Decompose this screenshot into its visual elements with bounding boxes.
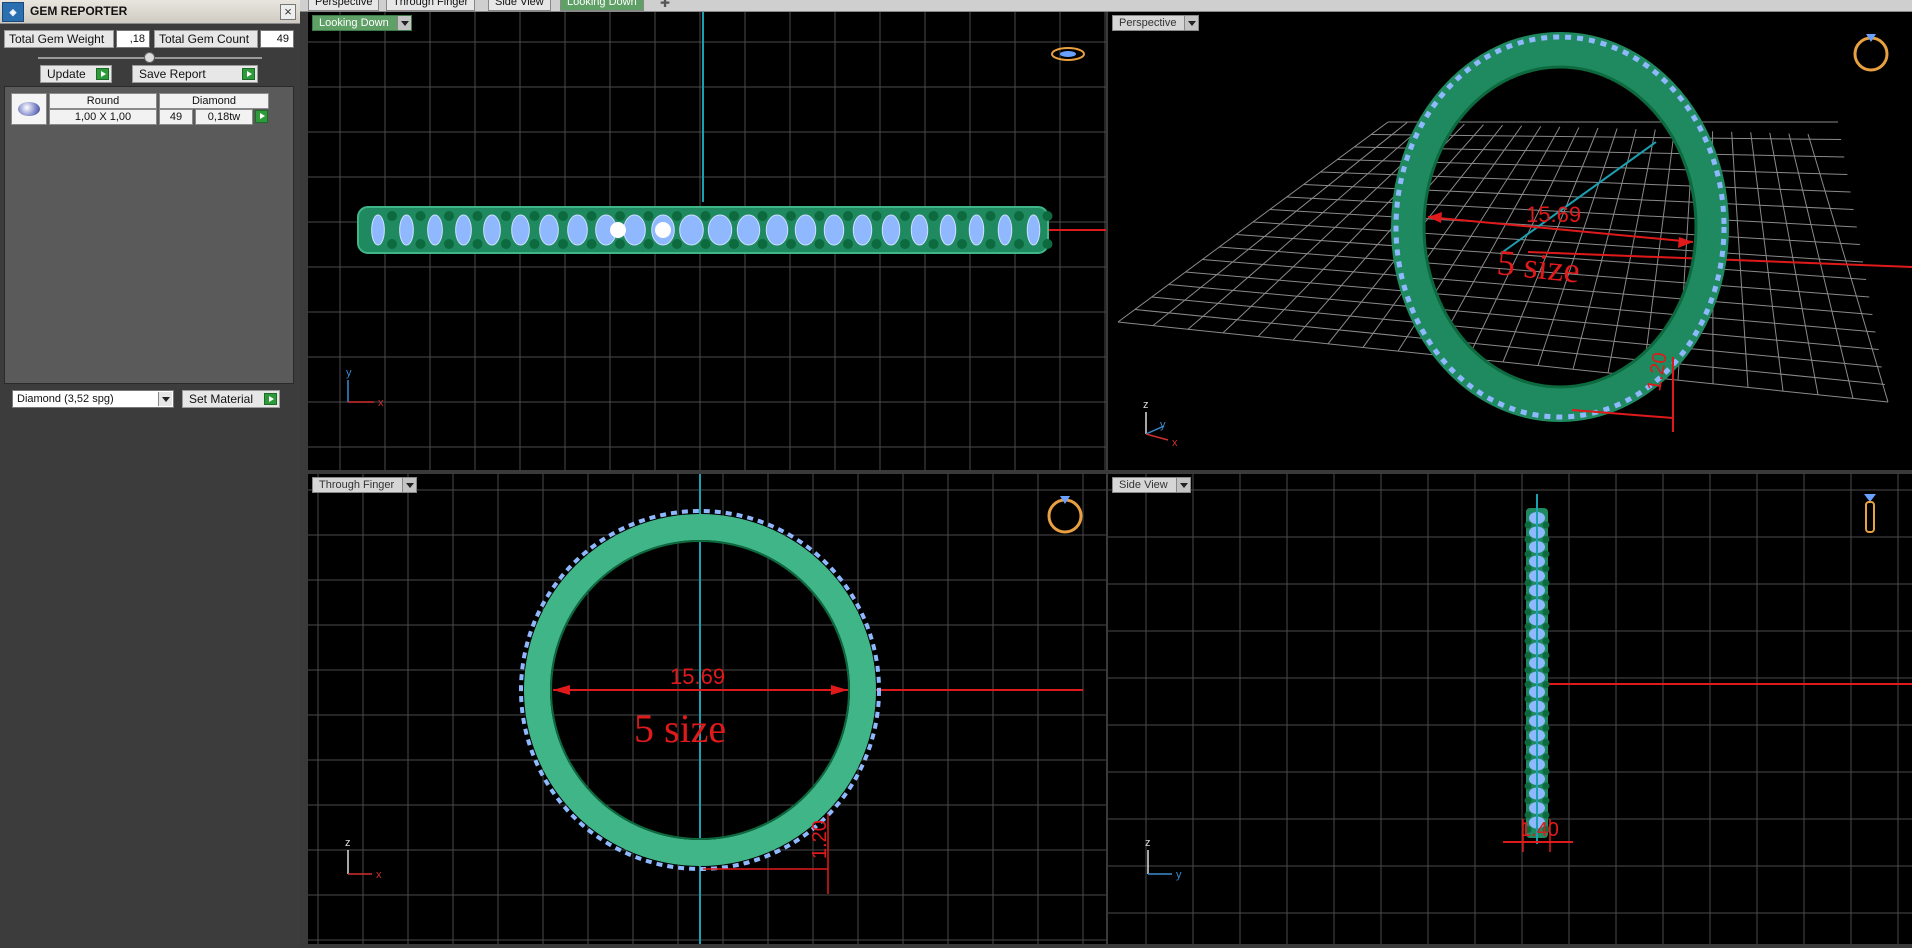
diameter-value: 15.69 bbox=[670, 664, 725, 689]
axis-y-label: y bbox=[346, 367, 352, 379]
axis-z-label: z bbox=[1145, 837, 1151, 849]
axis-gizmo: y x bbox=[346, 367, 384, 409]
chevron-down-icon[interactable] bbox=[158, 392, 172, 406]
axis-x-label: x bbox=[1172, 437, 1178, 449]
perspective-canvas: 15.69 5 size 1.20 z y x bbox=[1117, 32, 1912, 449]
total-gem-count-value: 49 bbox=[260, 30, 294, 48]
gem-list: Round Diamond 1,00 X 1,00 49 0,18tw bbox=[4, 86, 294, 384]
ring-orientation-icon[interactable] bbox=[1047, 496, 1083, 534]
total-gem-weight-label: Total Gem Weight bbox=[4, 30, 114, 48]
tab-perspective[interactable]: Perspective bbox=[308, 0, 380, 11]
viewport-looking-down[interactable]: y x Looking Down bbox=[308, 12, 1106, 470]
width-dimension: 1.40 bbox=[1503, 819, 1573, 852]
update-button-label: Update bbox=[47, 67, 86, 81]
viewport-tab-strip: Perspective Through Finger Side View Loo… bbox=[300, 0, 1912, 12]
ring-orientation-icon[interactable] bbox=[1853, 34, 1889, 72]
axis-z-label: z bbox=[345, 837, 351, 849]
width-value: 1.40 bbox=[1520, 819, 1559, 841]
through-finger-canvas: 15.69 5 size 1.20 z x bbox=[308, 474, 1106, 944]
ring-orientation-icon[interactable] bbox=[1864, 494, 1876, 533]
chevron-down-icon[interactable] bbox=[402, 478, 417, 492]
splitter-handle[interactable] bbox=[144, 52, 155, 63]
viewport-title: Looking Down bbox=[319, 17, 389, 29]
tab-through-finger[interactable]: Through Finger bbox=[386, 0, 476, 11]
axis-y-label: y bbox=[1160, 419, 1166, 431]
viewport-title: Side View bbox=[1119, 479, 1168, 491]
save-report-label: Save Report bbox=[139, 67, 206, 81]
viewport-label-side-view[interactable]: Side View bbox=[1112, 477, 1191, 493]
chevron-down-icon[interactable] bbox=[1184, 16, 1199, 30]
diameter-value: 15.69 bbox=[1526, 202, 1581, 227]
material-select[interactable]: Diamond (3,52 spg) bbox=[12, 390, 174, 408]
viewport-grid bbox=[1108, 474, 1912, 944]
close-icon[interactable]: × bbox=[280, 4, 296, 20]
app-window: ◈ GEM REPORTER × Total Gem Weight ,18 To… bbox=[0, 0, 1912, 948]
ring-orientation-icon[interactable] bbox=[1051, 47, 1085, 61]
viewport-title: Through Finger bbox=[319, 479, 395, 491]
play-arrow-icon bbox=[96, 68, 109, 80]
diameter-dimension: 15.69 bbox=[553, 664, 848, 695]
gem-count: 49 bbox=[159, 109, 193, 125]
save-report-button[interactable]: Save Report bbox=[132, 65, 258, 83]
gem-weight: 0,18tw bbox=[195, 109, 253, 125]
play-arrow-icon bbox=[242, 68, 255, 80]
gem-reporter-app-icon: ◈ bbox=[2, 2, 24, 22]
viewport-through-finger[interactable]: 15.69 5 size 1.20 z x Through Finger bbox=[308, 474, 1106, 944]
ring-size-label: 5 size bbox=[1495, 242, 1582, 290]
set-material-label: Set Material bbox=[189, 392, 254, 406]
axis-gizmo: z y x bbox=[1143, 399, 1178, 449]
axis-y-label: y bbox=[1176, 869, 1182, 881]
total-gem-count-label: Total Gem Count bbox=[154, 30, 258, 48]
viewport-perspective[interactable]: 15.69 5 size 1.20 z y x Perspective bbox=[1108, 12, 1912, 470]
total-gem-weight-value: ,18 bbox=[116, 30, 150, 48]
viewport-label-perspective[interactable]: Perspective bbox=[1112, 15, 1200, 31]
gem-reporter-panel: ◈ GEM REPORTER × Total Gem Weight ,18 To… bbox=[0, 0, 300, 948]
axis-z-label: z bbox=[1143, 399, 1149, 411]
tab-looking-down[interactable]: Looking Down bbox=[560, 0, 644, 11]
viewport-label-looking-down[interactable]: Looking Down bbox=[312, 15, 412, 31]
play-arrow-icon bbox=[264, 393, 277, 405]
set-material-button[interactable]: Set Material bbox=[182, 390, 280, 408]
ring-top-view bbox=[357, 206, 1053, 254]
panel-title: GEM REPORTER bbox=[30, 4, 128, 18]
axis-x-label: x bbox=[376, 869, 382, 881]
panel-title-bar[interactable]: ◈ GEM REPORTER × bbox=[0, 0, 300, 24]
ring-side-view bbox=[1524, 494, 1550, 844]
viewport-title: Perspective bbox=[1119, 17, 1177, 29]
gem-shape: Round bbox=[49, 93, 157, 109]
axis-gizmo: z y bbox=[1145, 837, 1182, 881]
chevron-down-icon[interactable] bbox=[396, 16, 411, 30]
chevron-down-icon[interactable] bbox=[1175, 478, 1190, 492]
axis-x-label: x bbox=[378, 397, 384, 409]
gem-row-go-icon[interactable] bbox=[255, 110, 268, 123]
height-value: 1.20 bbox=[809, 820, 831, 859]
viewport-side-view[interactable]: 1.40 z y Side View bbox=[1108, 474, 1912, 944]
ring-size-label: 5 size bbox=[634, 706, 726, 751]
looking-down-canvas: y x bbox=[308, 12, 1106, 470]
gem-size: 1,00 X 1,00 bbox=[49, 109, 157, 125]
list-item[interactable]: Round Diamond 1,00 X 1,00 49 0,18tw bbox=[11, 93, 271, 125]
tab-side-view[interactable]: Side View bbox=[488, 0, 551, 11]
round-gem-thumbnail-icon bbox=[11, 93, 47, 125]
update-button[interactable]: Update bbox=[40, 65, 112, 83]
add-tab-icon[interactable]: ✚ bbox=[658, 0, 672, 11]
viewport-label-through-finger[interactable]: Through Finger bbox=[312, 477, 418, 493]
side-view-canvas: 1.40 z y bbox=[1108, 474, 1912, 944]
material-value: Diamond (3,52 spg) bbox=[17, 393, 114, 405]
gem-type: Diamond bbox=[159, 93, 269, 109]
